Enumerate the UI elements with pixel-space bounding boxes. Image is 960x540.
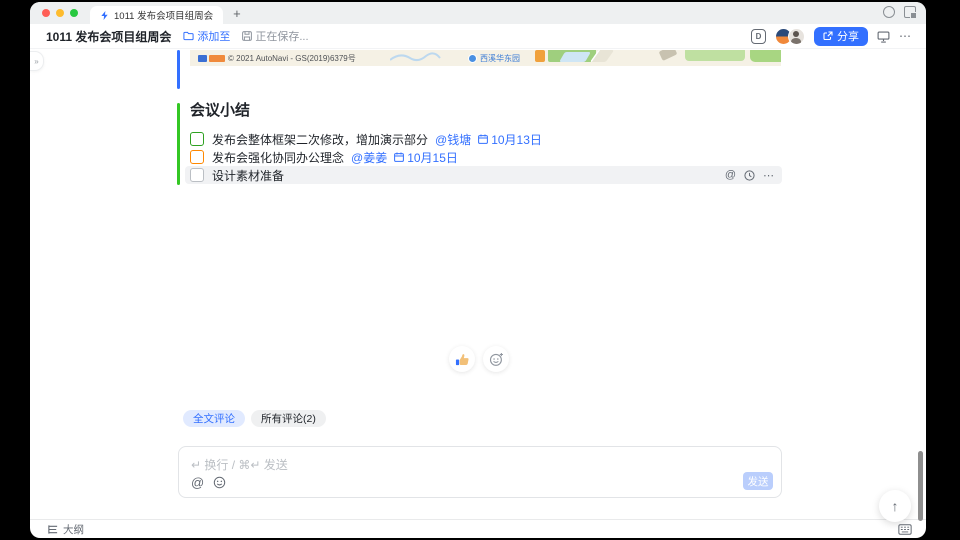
multi-window-icon[interactable]	[904, 6, 917, 19]
share-button[interactable]: 分享	[814, 26, 868, 46]
todo-text: 发布会强化协同办公理念	[212, 150, 345, 165]
embedded-map-image[interactable]: © 2021 AutoNavi - GS(2019)6379号 西溪华东园	[190, 50, 781, 66]
share-icon	[823, 31, 833, 41]
tab-doc[interactable]: 1011 发布会项目组周会	[90, 6, 224, 24]
collaborator-avatars	[775, 27, 805, 45]
new-tab-button[interactable]: +	[233, 7, 241, 20]
doc-canvas[interactable]: » © 2021 AutoNavi - GS(2019)6379号 西溪华东园	[30, 49, 926, 522]
due-date[interactable]: 10月13日	[478, 131, 542, 148]
todo-text: 设计素材准备	[212, 168, 285, 183]
todo-list: 发布会整体框架二次修改，增加演示部分 @钱塘 10月13日 发布会强化协同办公理…	[185, 130, 782, 184]
todo-row[interactable]: 发布会强化协同办公理念 @姜姜 10月15日	[185, 148, 782, 166]
todo-text: 发布会整体框架二次修改，增加演示部分	[212, 132, 429, 147]
comment-input[interactable]: ↵ 换行 / ⌘↵ 发送 @ 发送	[178, 446, 782, 498]
close-window-button[interactable]	[42, 9, 50, 17]
map-place-label: 西溪华东园	[468, 53, 520, 64]
tab-title: 1011 发布会项目组周会	[114, 11, 214, 22]
send-button[interactable]: 发送	[743, 472, 773, 490]
doc-title: 1011 发布会项目组周会	[46, 29, 172, 44]
todo-row[interactable]: 设计素材准备 @ ⋯	[185, 166, 782, 184]
map-place-icon	[468, 54, 477, 63]
browser-tab-strip: 1011 发布会项目组周会 +	[30, 2, 926, 24]
shortcuts-icon[interactable]	[898, 523, 912, 535]
mention-link[interactable]: @姜姜	[351, 149, 387, 166]
checkbox[interactable]	[190, 132, 204, 146]
more-menu-button[interactable]: ⋯	[899, 29, 912, 43]
map-logo-text	[209, 55, 225, 62]
emoji-button[interactable]	[213, 476, 226, 489]
map-logo-icon	[198, 55, 207, 62]
mention-button[interactable]: @	[191, 475, 204, 490]
status-bar: 大纲	[30, 519, 926, 538]
thumbs-up-reaction-button[interactable]	[449, 346, 475, 372]
doc-header: 1011 发布会项目组周会 添加至 正在保存... D 分享 ⋯	[30, 24, 926, 49]
mention-link[interactable]: @钱塘	[435, 131, 471, 148]
profile-circle-icon[interactable]	[883, 6, 895, 18]
row-more-icon[interactable]: ⋯	[763, 169, 774, 182]
comment-tabs: 全文评论 所有评论(2)	[183, 410, 326, 427]
folder-icon	[183, 31, 194, 41]
vertical-scrollbar[interactable]	[918, 451, 923, 521]
tab-fulltext-comments[interactable]: 全文评论	[183, 410, 245, 427]
save-icon	[242, 31, 253, 41]
checkbox[interactable]	[190, 168, 204, 182]
tab-all-comments[interactable]: 所有评论(2)	[251, 410, 326, 427]
due-date[interactable]: 10月15日	[394, 149, 458, 166]
reminder-clock-icon[interactable]	[744, 169, 755, 181]
todo-row[interactable]: 发布会整体框架二次修改，增加演示部分 @钱塘 10月13日	[185, 130, 782, 148]
app-window: 1011 发布会项目组周会 + 1011 发布会项目组周会 添加至 正在保存..…	[30, 2, 926, 538]
minimize-window-button[interactable]	[56, 9, 64, 17]
outline-toggle[interactable]: 大纲	[47, 522, 84, 537]
avatar[interactable]	[788, 27, 805, 45]
doc-favicon-icon	[100, 10, 109, 20]
checkbox[interactable]	[190, 150, 204, 164]
record-icon[interactable]: D	[751, 28, 766, 44]
collaborator-selection-bar-green	[177, 103, 180, 185]
outline-icon	[47, 524, 59, 535]
saving-status: 正在保存...	[242, 28, 309, 44]
zoom-window-button[interactable]	[70, 9, 78, 17]
comment-placeholder: ↵ 换行 / ⌘↵ 发送	[191, 458, 288, 472]
reaction-bar	[449, 346, 509, 372]
mention-icon[interactable]: @	[725, 169, 736, 181]
add-reaction-button[interactable]	[483, 346, 509, 372]
back-to-top-button[interactable]: ↑	[879, 490, 911, 522]
section-heading: 会议小结	[190, 102, 251, 119]
expand-sidebar-button[interactable]: »	[30, 51, 44, 71]
add-to-button[interactable]: 添加至	[183, 28, 230, 44]
present-icon[interactable]	[877, 30, 890, 43]
window-controls	[42, 9, 78, 17]
map-attribution: © 2021 AutoNavi - GS(2019)6379号	[198, 53, 356, 64]
collaborator-selection-bar-blue	[177, 50, 180, 89]
